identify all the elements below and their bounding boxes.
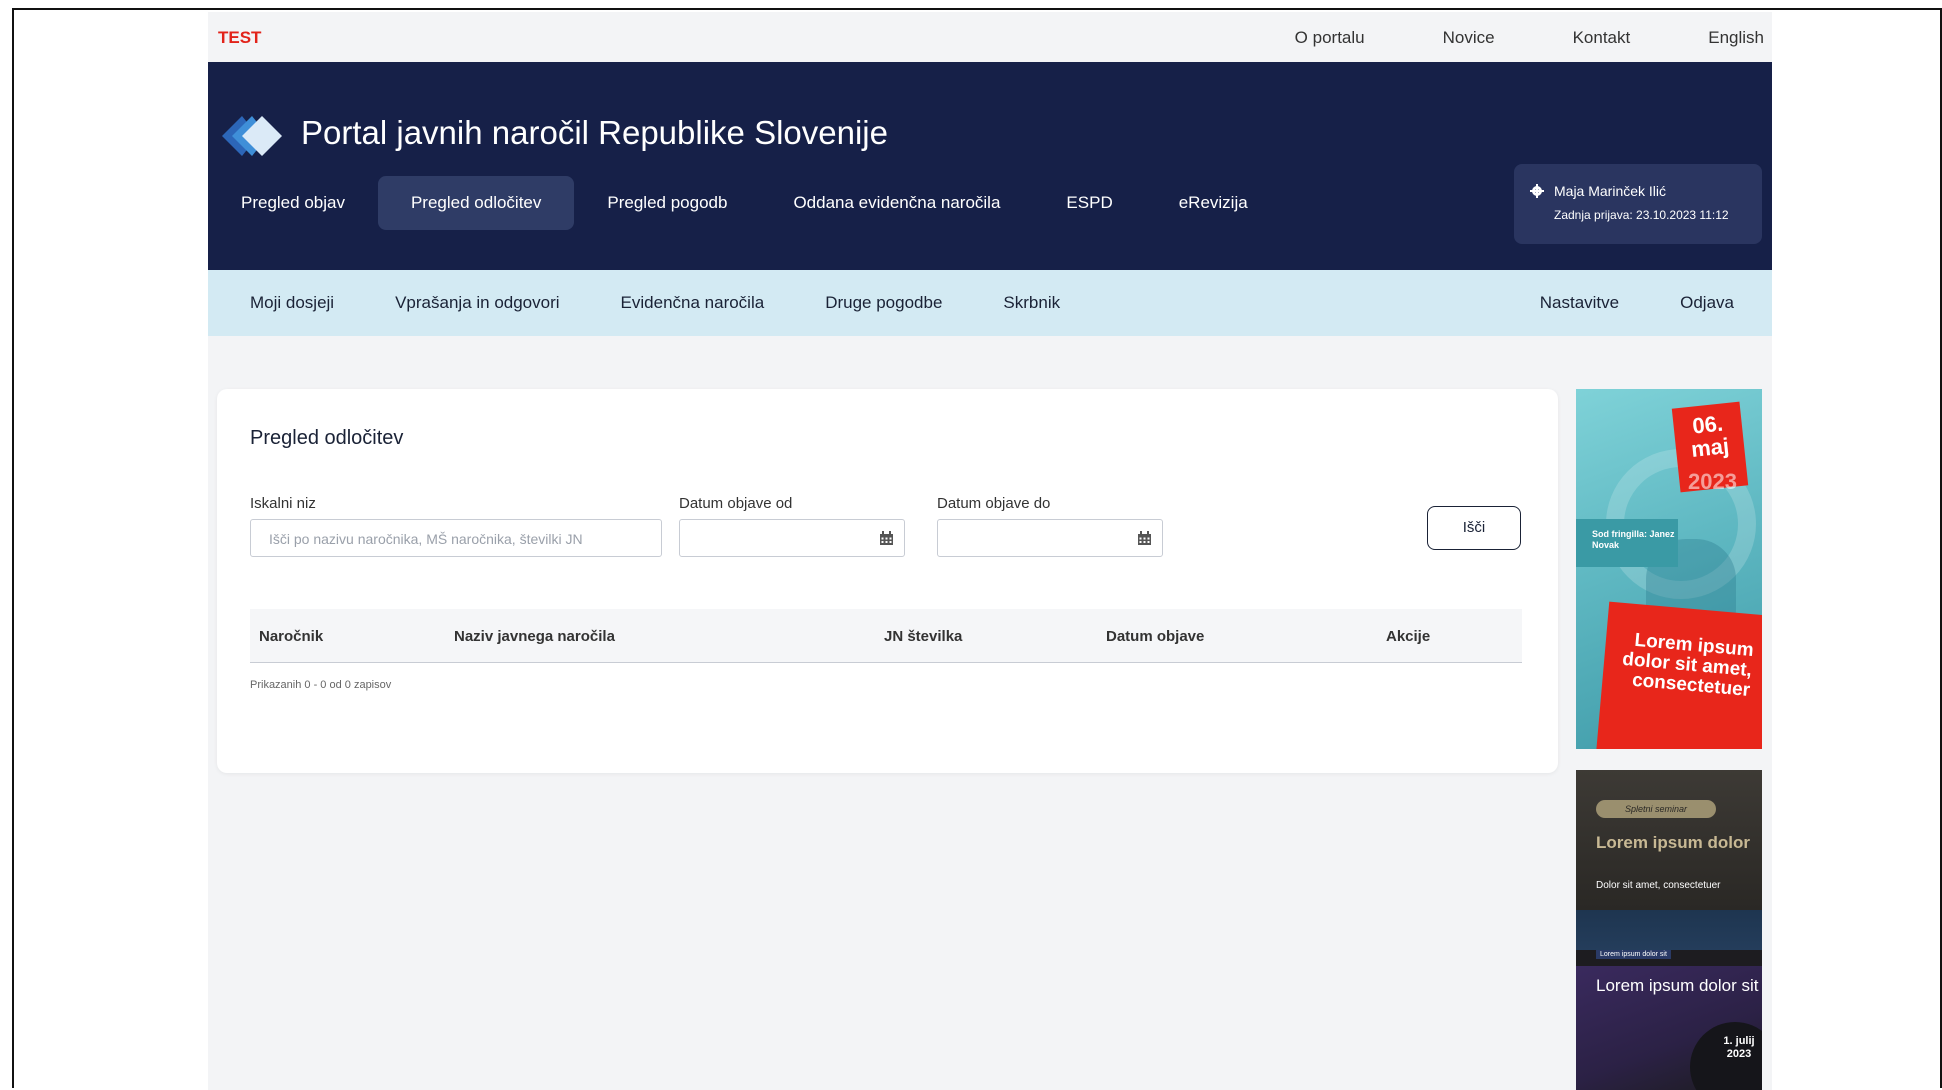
page-title: Pregled odločitev bbox=[250, 427, 404, 449]
date-to-field[interactable] bbox=[937, 519, 1163, 557]
search-button[interactable]: Išči bbox=[1427, 506, 1521, 550]
subnav-druge-pogodbe[interactable]: Druge pogodbe bbox=[825, 293, 942, 313]
nav-erevizija[interactable]: eRevizija bbox=[1146, 176, 1281, 230]
subnav-skrbnik[interactable]: Skrbnik bbox=[1003, 293, 1060, 313]
calendar-icon[interactable] bbox=[1137, 531, 1152, 546]
gear-icon bbox=[1530, 184, 1544, 198]
portal-page: TEST O portalu Novice Kontakt English Po… bbox=[208, 12, 1772, 1090]
nav-pregled-objav[interactable]: Pregled objav bbox=[208, 176, 378, 230]
last-login: Zadnja prijava: 23.10.2023 11:12 bbox=[1554, 208, 1729, 222]
date-from-field[interactable] bbox=[679, 519, 905, 557]
top-link-kontakt[interactable]: Kontakt bbox=[1573, 28, 1631, 48]
sub-nav: Moji dosjeji Vprašanja in odgovori Evide… bbox=[208, 270, 1772, 336]
results-table-header: Naročnik Naziv javnega naročila JN števi… bbox=[250, 609, 1522, 663]
ad-caption: Sod fringilla: Janez Novak bbox=[1576, 519, 1678, 567]
date-to-label: Datum objave do bbox=[937, 495, 1051, 512]
browser-frame: TEST O portalu Novice Kontakt English Po… bbox=[12, 8, 1942, 1090]
nav-pregled-odlocitev[interactable]: Pregled odločitev bbox=[377, 176, 575, 230]
subnav-nastavitve[interactable]: Nastavitve bbox=[1540, 293, 1619, 313]
search-input-placeholder: Išči po nazivu naročnika, MŠ naročnika, … bbox=[269, 531, 583, 547]
column-header-naziv[interactable]: Naziv javnega naročila bbox=[454, 628, 615, 645]
portal-title[interactable]: Portal javnih naročil Republike Slovenij… bbox=[301, 114, 888, 152]
banner-ad-webinar[interactable]: Spletni seminar Lorem ipsum dolor Dolor … bbox=[1576, 770, 1762, 1090]
query-label: Iskalni niz bbox=[250, 495, 316, 512]
environment-label: TEST bbox=[218, 28, 262, 47]
top-utility-bar: TEST O portalu Novice Kontakt English bbox=[208, 12, 1772, 62]
site-header: Portal javnih naročil Republike Slovenij… bbox=[208, 62, 1772, 270]
sub-nav-right: Nastavitve Odjava bbox=[1540, 270, 1734, 336]
top-links: O portalu Novice Kontakt English bbox=[1295, 28, 1764, 48]
nav-oddana-evidencna-narocila[interactable]: Oddana evidenčna naročila bbox=[760, 176, 1033, 230]
top-link-o-portalu[interactable]: O portalu bbox=[1295, 28, 1365, 48]
subnav-odjava[interactable]: Odjava bbox=[1680, 293, 1734, 313]
search-input[interactable]: Išči po nazivu naročnika, MŠ naročnika, … bbox=[250, 519, 662, 557]
column-header-jn-stevilka[interactable]: JN številka bbox=[884, 628, 962, 645]
column-header-datum-objave[interactable]: Datum objave bbox=[1106, 628, 1204, 645]
main-nav: Pregled objav Pregled odločitev Pregled … bbox=[208, 176, 1281, 230]
ad-subheadline: Dolor sit amet, consectetuer bbox=[1596, 880, 1721, 891]
ad-chart-image bbox=[1576, 910, 1762, 950]
ad-headline-secondary: Lorem ipsum dolor sit bbox=[1596, 976, 1759, 995]
results-summary: Prikazanih 0 - 0 od 0 zapisov bbox=[250, 679, 392, 691]
ad-pill-badge: Spletni seminar bbox=[1596, 800, 1716, 818]
nav-pregled-pogodb[interactable]: Pregled pogodb bbox=[574, 176, 760, 230]
sub-nav-left: Moji dosjeji Vprašanja in odgovori Evide… bbox=[250, 270, 1060, 336]
user-name: Maja Marinček Ilić bbox=[1554, 183, 1667, 199]
top-link-novice[interactable]: Novice bbox=[1443, 28, 1495, 48]
ad-chart-label: Lorem ipsum dolor sit bbox=[1596, 950, 1671, 959]
subnav-vprasanja-in-odgovori[interactable]: Vprašanja in odgovori bbox=[395, 293, 559, 313]
column-header-narocnik[interactable]: Naročnik bbox=[259, 628, 323, 645]
ad-date: 1. julij 2023 bbox=[1723, 1035, 1755, 1060]
subnav-moji-dosjeji[interactable]: Moji dosjeji bbox=[250, 293, 334, 313]
column-header-akcije: Akcije bbox=[1386, 628, 1431, 645]
calendar-icon[interactable] bbox=[879, 531, 894, 546]
ad-year: 2023 bbox=[1688, 469, 1737, 494]
ad-headline: Lorem ipsum dolor sit amet, consectetuer bbox=[1621, 629, 1755, 701]
top-link-english[interactable]: English bbox=[1708, 28, 1764, 48]
banner-ad-event[interactable]: 06. maj 2023 Sod fringilla: Janez Novak … bbox=[1576, 389, 1762, 749]
user-box[interactable]: Maja Marinček Ilić Zadnja prijava: 23.10… bbox=[1514, 164, 1762, 244]
nav-espd[interactable]: ESPD bbox=[1033, 176, 1145, 230]
date-from-label: Datum objave od bbox=[679, 495, 793, 512]
subnav-evidencna-narocila[interactable]: Evidenčna naročila bbox=[621, 293, 765, 313]
ad-headline: Lorem ipsum dolor bbox=[1596, 833, 1750, 852]
search-card: Pregled odločitev Iskalni niz Išči po na… bbox=[217, 389, 1558, 773]
portal-logo-icon[interactable] bbox=[220, 110, 286, 162]
